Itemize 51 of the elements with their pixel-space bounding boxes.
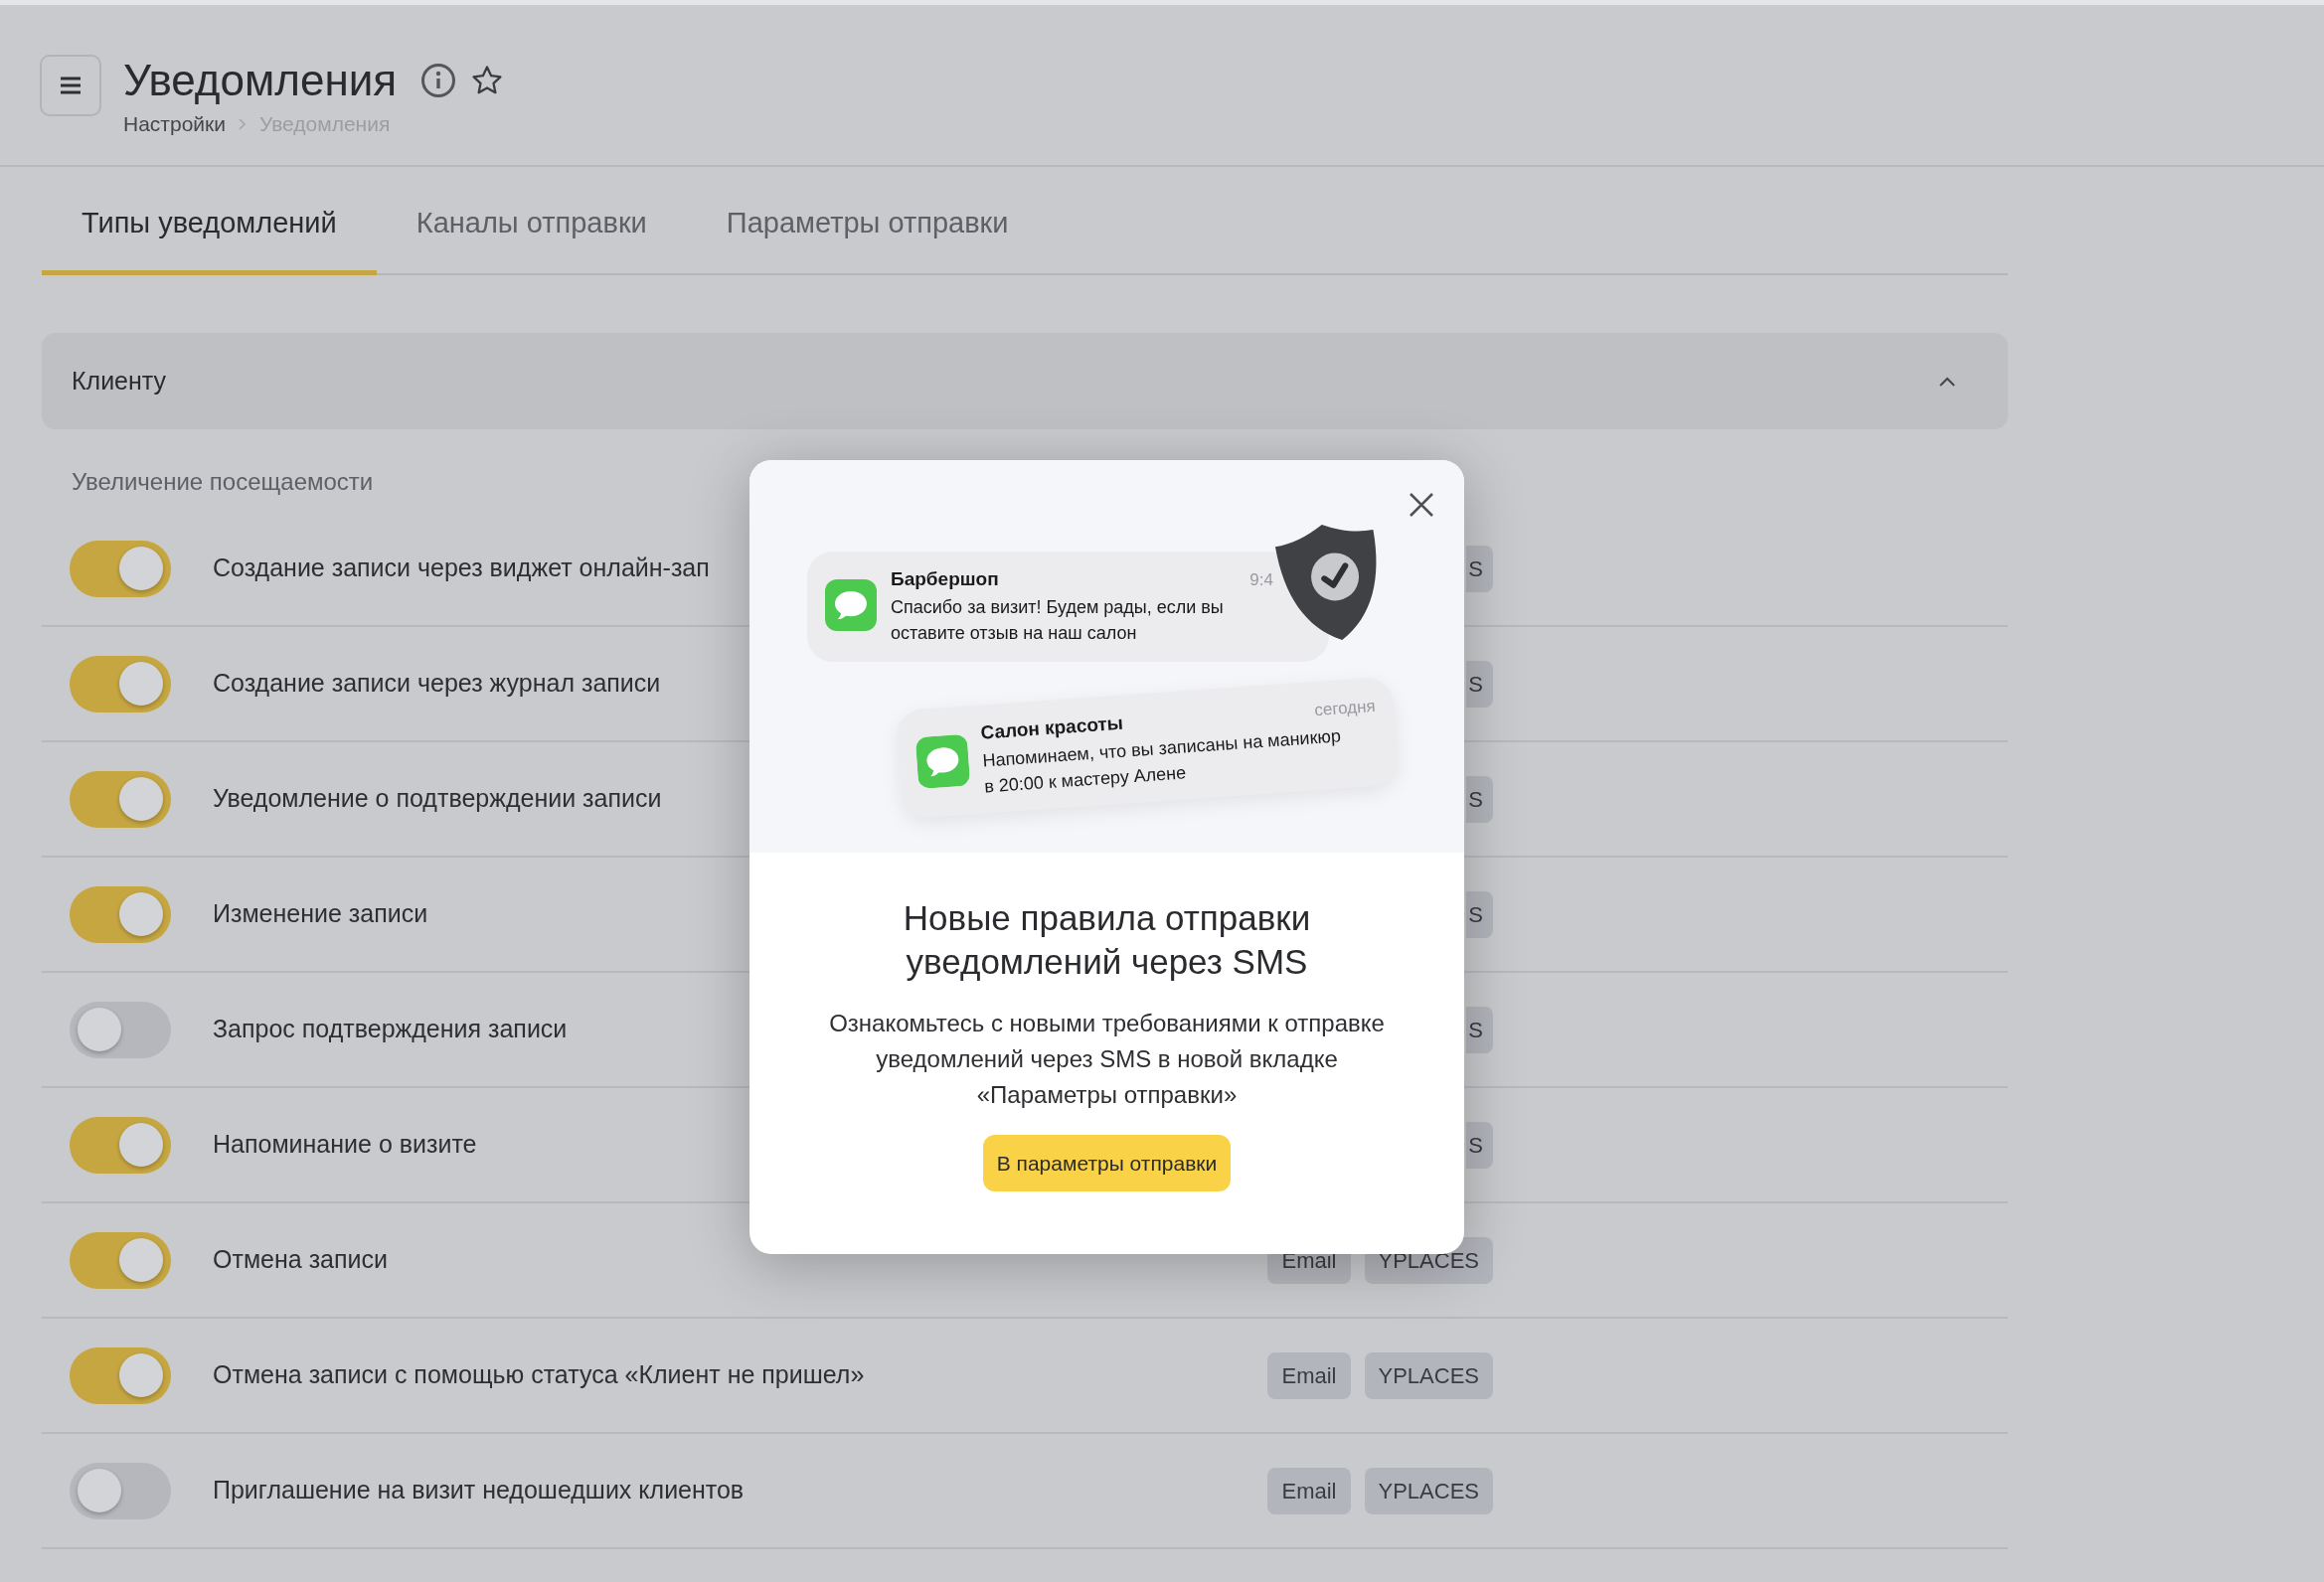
notification-type-label: Создание записи через журнал записи xyxy=(213,668,661,700)
close-icon xyxy=(1409,492,1434,518)
channel-tag: YPLACES xyxy=(1364,1351,1493,1399)
group-title: Увеличение посещаемости xyxy=(72,467,374,497)
notification-sender: Барбершоп xyxy=(891,567,999,591)
notification-type-label: Приглашение на визит недошедших клиентов xyxy=(213,1475,745,1506)
toggle-switch[interactable] xyxy=(70,540,171,597)
notification-type-label: Отмена записи xyxy=(213,1244,388,1276)
chevron-right-icon xyxy=(238,116,248,131)
notification-type-label: Отмена записи с помощью статуса «Клиент не пришел» xyxy=(213,1359,865,1391)
channel-tag: S xyxy=(1466,890,1493,938)
section-header[interactable]: Клиенту xyxy=(42,333,2008,429)
notification-type-label: Изменение записи xyxy=(213,898,428,930)
tab[interactable]: Каналы отправки xyxy=(376,203,687,275)
channel-tag: Email xyxy=(1267,1351,1351,1399)
channel-tag: S xyxy=(1466,1121,1493,1169)
notification-type-label: Запрос подтверждения записи xyxy=(213,1014,568,1045)
message-app-icon xyxy=(825,579,877,632)
notification-sender: Салон красоты xyxy=(979,711,1124,745)
toggle-switch[interactable] xyxy=(70,885,171,943)
chevron-up-icon xyxy=(1938,375,1956,388)
toggle-switch[interactable] xyxy=(70,1231,171,1289)
toggle-switch[interactable] xyxy=(70,1462,171,1519)
notification-type-label: Создание записи через виджет онлайн-зап xyxy=(213,553,710,584)
page-title: Уведомления xyxy=(123,55,398,106)
breadcrumb-link[interactable]: Настройки xyxy=(123,108,226,140)
info-icon[interactable] xyxy=(420,63,457,98)
notification-type-label: Напоминание о визите xyxy=(213,1129,477,1161)
notification-type-label: Уведомление о подтверждении записи xyxy=(213,783,662,815)
channel-tag: Email xyxy=(1267,1467,1351,1514)
channel-tag: S xyxy=(1466,660,1493,708)
channel-tag: S xyxy=(1466,775,1493,823)
menu-button[interactable] xyxy=(40,55,101,116)
notification-time: 9:4 xyxy=(1249,569,1273,591)
notification-text: Спасибо за визит! Будем рады, если вы оставите отзыв на наш салон xyxy=(891,595,1225,645)
modal-description: Ознакомьтесь с новыми требованиями к отправке уведомлений через SMS в новой вкладке «Параметры отправки» xyxy=(828,1009,1386,1110)
go-to-settings-button[interactable]: В параметры отправки xyxy=(982,1135,1232,1191)
channel-tag: S xyxy=(1466,1006,1493,1053)
toggle-switch[interactable] xyxy=(70,770,171,828)
toggle-switch[interactable] xyxy=(70,1346,171,1404)
modal-title: Новые правила отправки уведомлений через SMS xyxy=(902,897,1312,983)
tab[interactable]: Параметры отправки xyxy=(686,203,1049,275)
menu-icon xyxy=(59,76,83,95)
toggle-switch[interactable] xyxy=(70,1116,171,1174)
channel-tag: S xyxy=(1466,545,1493,592)
notification-time: сегодня xyxy=(1313,695,1377,722)
message-app-icon xyxy=(914,733,971,790)
toggle-switch[interactable] xyxy=(70,1001,171,1058)
tab[interactable]: Типы уведомлений xyxy=(42,203,377,275)
toggle-switch[interactable] xyxy=(70,655,171,712)
channel-tag: YPLACES xyxy=(1364,1467,1493,1514)
